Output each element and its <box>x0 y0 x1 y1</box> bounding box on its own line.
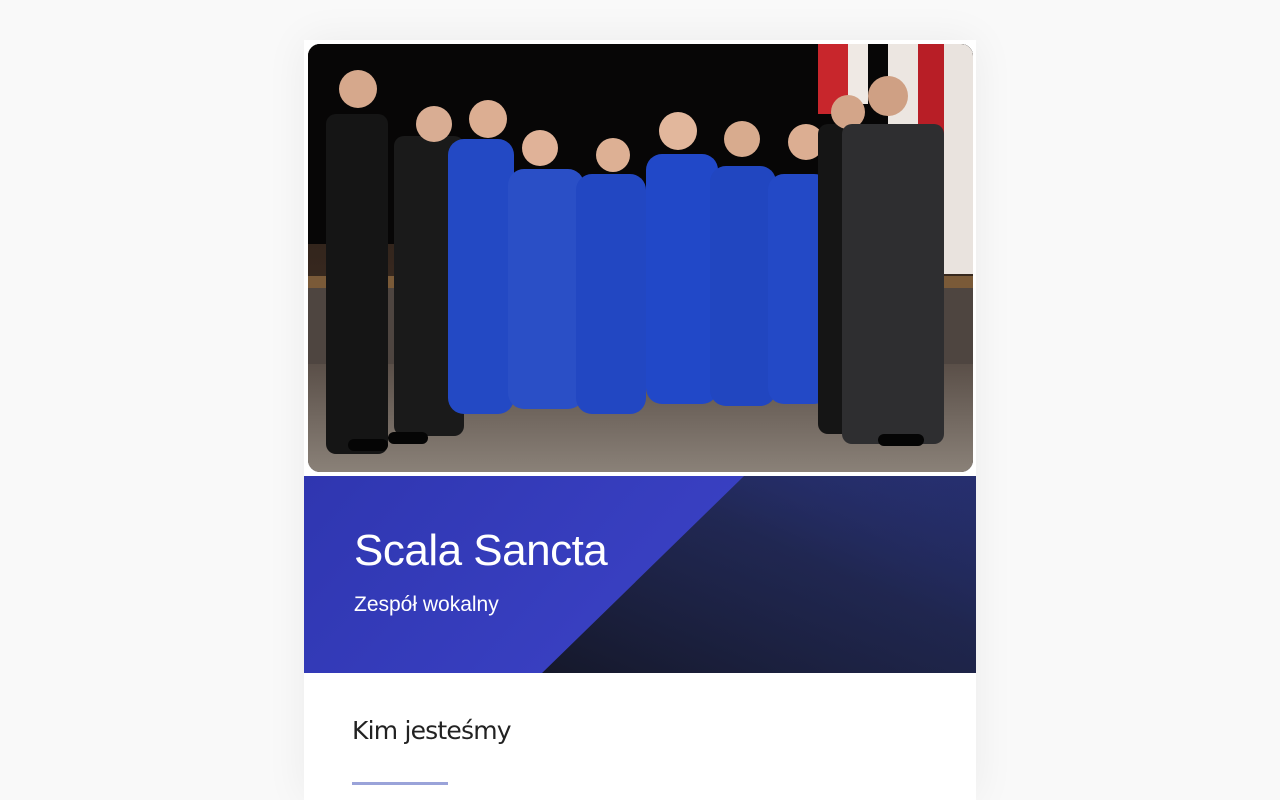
about-section: Kim jesteśmy <box>352 716 928 785</box>
hero-banner: Scala Sancta Zespół wokalny <box>304 476 976 673</box>
heading-underline <box>352 782 448 785</box>
section-heading: Kim jesteśmy <box>352 716 512 745</box>
banner-subtitle: Zespół wokalny <box>354 593 499 616</box>
banner-title: Scala Sancta <box>354 526 608 575</box>
group-photo <box>308 44 973 472</box>
page-card: Scala Sancta Zespół wokalny Kim jesteśmy <box>304 40 976 800</box>
